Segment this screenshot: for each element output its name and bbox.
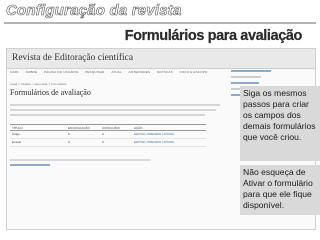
row-title: Ensaio (12, 140, 22, 144)
nav-item-atual[interactable]: ATUAL (111, 70, 121, 75)
nav-item-foco-escopo[interactable]: FOCO E ESCOPO (180, 70, 208, 75)
slide-title: Configuração da revista (6, 2, 182, 20)
sidebar-link[interactable] (231, 82, 259, 84)
text-line (10, 104, 220, 106)
row-completed: 0 (102, 132, 104, 136)
site-nav: CAPA SOBRE PÁGINA DO USUÁRIO PESQUISAR A… (10, 70, 225, 75)
table-row: Ensaio 0 0 EDITAR | PREVIEW | ATIVAR (10, 139, 206, 147)
column-header: CONCLUÍDO (102, 126, 121, 130)
callout-activate-form: Não esqueça de Ativar o formulário para … (240, 165, 320, 215)
column-header: AÇÃO (134, 126, 143, 130)
column-header: EM AVALIAÇÃO (68, 126, 90, 130)
row-in-review: 0 (68, 132, 70, 136)
row-actions[interactable]: EDITAR | PREVIEW | ATIVAR (134, 140, 174, 144)
page-heading: Formulários de avaliação (10, 88, 91, 97)
breadcrumb[interactable]: Capa > Usuário > Gerenciar > Formulários (10, 82, 67, 86)
sidebar-text (231, 76, 261, 78)
nav-item-capa[interactable]: CAPA (10, 70, 19, 75)
nav-item-pagina-usuario[interactable]: PÁGINA DO USUÁRIO (44, 70, 78, 75)
forms-table: TÍTULO EM AVALIAÇÃO CONCLUÍDO AÇÃO Artig… (10, 124, 206, 147)
row-in-review: 0 (68, 140, 70, 144)
nav-item-noticias[interactable]: NOTÍCIAS (157, 70, 173, 75)
text-line (10, 109, 216, 111)
table-header: TÍTULO EM AVALIAÇÃO CONCLUÍDO AÇÃO (10, 124, 206, 131)
table-row: Artigo 0 0 EDITAR | PREVIEW | ATIVAR (10, 131, 206, 139)
intro-paragraph (10, 104, 222, 119)
nav-item-pesquisar[interactable]: PESQUISAR (85, 70, 104, 75)
nav-item-anteriores[interactable]: ANTERIORES (129, 70, 151, 75)
create-form-link[interactable] (10, 164, 50, 166)
nav-item-sobre[interactable]: SOBRE (26, 70, 38, 75)
row-actions[interactable]: EDITAR | PREVIEW | ATIVAR (134, 132, 174, 136)
text-line (10, 114, 205, 116)
callout-create-fields: Siga os mesmos passos para criar os camp… (240, 86, 320, 161)
column-header: TÍTULO (12, 126, 23, 130)
title-divider (4, 22, 316, 24)
row-title: Artigo (12, 132, 20, 136)
row-completed: 0 (102, 140, 104, 144)
sidebar-link[interactable] (231, 70, 271, 72)
site-header: Revista de Editoração científica (7, 49, 315, 69)
slide-subtitle: Formulários para avaliação (124, 28, 303, 44)
footer-text-line (10, 159, 150, 161)
